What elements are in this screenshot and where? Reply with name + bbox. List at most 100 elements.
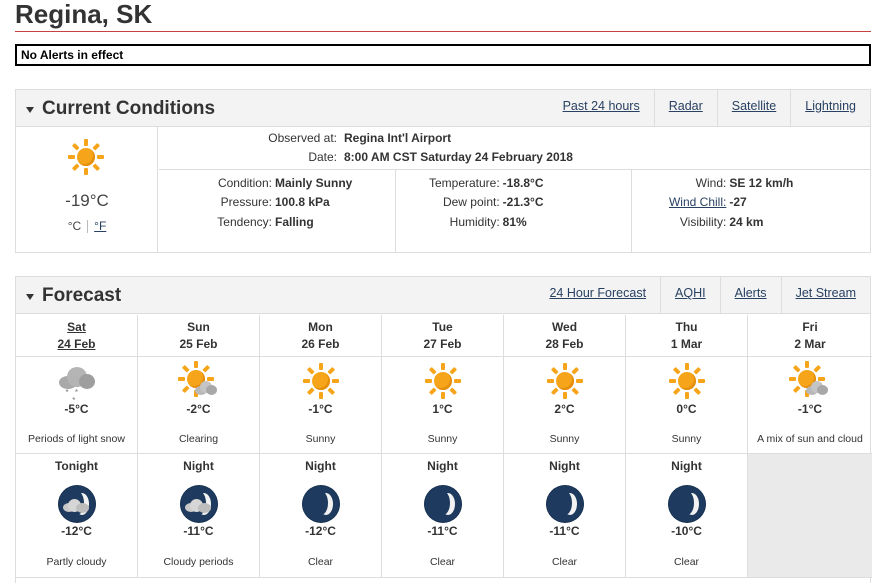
forecast-day-name: Fri (802, 320, 818, 334)
snow-cloud-icon: * * * (57, 363, 97, 405)
forecast-night-label: Night (183, 459, 214, 473)
sun-icon (669, 363, 705, 399)
dew-point-label: Dew point: (442, 195, 500, 209)
humidity-value: 81% (502, 215, 527, 229)
sun-icon (303, 363, 339, 399)
forecast-night-temp: -11°C (427, 524, 458, 538)
unit-toggle: °C °F (16, 219, 158, 234)
link-lightning[interactable]: Lightning (790, 90, 870, 127)
forecast-day-cell: 0°C Sunny (626, 357, 748, 454)
forecast-night-summary: Clear (551, 556, 578, 568)
forecast-day-header: Sun 25 Feb (138, 315, 260, 357)
forecast-day-cell: -1°C Sunny (260, 357, 382, 454)
forecast-night-temp: -12°C (61, 524, 92, 538)
sun-icon (68, 139, 104, 175)
forecast-day-temp: -2°C (186, 402, 211, 416)
forecast-title[interactable]: Forecast (26, 285, 121, 307)
forecast-day-date: 27 Feb (423, 337, 462, 351)
date-label: Date: (308, 150, 337, 164)
forecast-night-summary: Clear (307, 556, 334, 568)
forecast-day-temp: -1°C (797, 402, 823, 416)
forecast-day-date: 25 Feb (179, 337, 218, 351)
forecast-night-summary: Cloudy periods (163, 556, 234, 568)
current-conditions-title[interactable]: Current Conditions (26, 98, 215, 120)
forecast-day-name: Wed (551, 320, 578, 334)
forecast-night-temp: -11°C (549, 524, 580, 538)
moon-icon (546, 486, 583, 522)
forecast-day-summary: Sunny (671, 433, 702, 445)
tendency-value: Falling (275, 215, 314, 229)
link-24-hour-forecast[interactable]: 24 Hour Forecast (535, 277, 660, 314)
forecast-day-cell: 2°C Sunny (504, 357, 626, 454)
moon-cloud-icon (58, 486, 95, 522)
forecast-day-header[interactable]: Sat 24 Feb (16, 315, 138, 357)
forecast-night-cell: Night -12°C Clear (260, 454, 382, 578)
collapse-caret-icon[interactable] (26, 294, 34, 300)
link-aqhi[interactable]: AQHI (660, 277, 720, 314)
observed-value: Regina Int'l Airport (344, 131, 452, 145)
forecast-header[interactable]: Forecast 24 Hour Forecast AQHI Alerts Je… (16, 277, 870, 314)
link-alerts[interactable]: Alerts (719, 277, 781, 314)
forecast-day-date: 28 Feb (545, 337, 584, 351)
sun-cloud-icon (181, 361, 217, 399)
forecast-day-name: Mon (308, 320, 333, 334)
current-conditions-panel: Current Conditions Past 24 hours Radar S… (15, 89, 871, 253)
date-value: 8:00 AM CST Saturday 24 February 2018 (344, 150, 573, 164)
forecast-night-cell: Tonight -12°C Partly cloudy (16, 454, 138, 578)
sun-icon (425, 363, 461, 399)
forecast-links: 24 Hour Forecast AQHI Alerts Jet Stream (535, 277, 870, 314)
forecast-day-header: Wed 28 Feb (504, 315, 626, 357)
title-rule (15, 31, 871, 32)
forecast-night-label: Night (671, 459, 702, 473)
visibility-label: Visibility: (679, 215, 727, 229)
forecast-day-header: Mon 26 Feb (260, 315, 382, 357)
current-links: Past 24 hours Radar Satellite Lightning (549, 90, 870, 127)
forecast-night-cell: Night -10°C Clear (626, 454, 748, 578)
forecast-day-cell: -1°C A mix of sun and cloud (748, 357, 872, 454)
forecast-night-cell: Night -11°C Cloudy periods (138, 454, 260, 578)
link-satellite[interactable]: Satellite (716, 90, 790, 127)
current-temperature: -19°C (65, 191, 109, 210)
pressure-label: Pressure: (220, 195, 272, 209)
wind-value: SE 12 km/h (729, 176, 794, 190)
link-past-24-hours[interactable]: Past 24 hours (549, 90, 654, 127)
forecast-day-name: Sun (187, 320, 210, 334)
forecast-day-header: Fri 2 Mar (748, 315, 872, 357)
conditions-column-1: Condition: Mainly Sunny Pressure: 100.8 kP… (159, 170, 395, 252)
link-radar[interactable]: Radar (653, 90, 717, 127)
conditions-column-3: Wind: SE 12 km/h Wind Chill: -27 Visibilit… (631, 170, 870, 252)
wind-label: Wind: (695, 176, 727, 190)
forecast-night-summary: Partly cloudy (46, 556, 107, 568)
condition-value: Mainly Sunny (275, 176, 353, 190)
current-summary: -19°C °C °F (16, 127, 158, 252)
observation-info: Observed at: Regina Int'l Airport Date: … (159, 127, 870, 170)
forecast-day-date: 1 Mar (670, 337, 703, 351)
moon-icon (302, 486, 339, 522)
city-title: Regina, SK (15, 0, 153, 29)
current-conditions-header[interactable]: Current Conditions Past 24 hours Radar S… (16, 90, 870, 127)
forecast-day-cell: -2°C Clearing (138, 357, 260, 454)
forecast-night-label: Tonight (54, 459, 99, 473)
forecast-night-label: Night (549, 459, 580, 473)
forecast-night-temp: -10°C (671, 524, 702, 538)
forecast-day-name: Sat (67, 320, 86, 334)
link-jet-stream[interactable]: Jet Stream (780, 277, 870, 314)
unit-fahrenheit-link[interactable]: °F (94, 219, 106, 233)
forecast-night-cell: Night -11°C Clear (382, 454, 504, 578)
wind-chill-value: -27 (729, 195, 747, 209)
condition-label: Condition: (217, 176, 272, 190)
forecast-night-summary: Clear (673, 556, 700, 568)
humidity-label: Humidity: (449, 215, 500, 229)
forecast-day-summary: Clearing (178, 433, 219, 445)
forecast-day-temp: -1°C (308, 402, 333, 416)
sun-icon (547, 363, 583, 399)
forecast-day-summary: A mix of sun and cloud (757, 433, 863, 445)
forecast-day-cell: * * * -5°C Periods of light snow (16, 357, 138, 454)
collapse-caret-icon[interactable] (26, 107, 34, 113)
forecast-day-name: Thu (675, 320, 698, 334)
dew-point-value: -21.3°C (502, 195, 544, 209)
moon-icon (424, 486, 461, 522)
wind-chill-link[interactable]: Wind Chill: (669, 195, 726, 209)
forecast-day-temp: -5°C (64, 402, 89, 416)
forecast-day-name: Tue (432, 320, 453, 334)
